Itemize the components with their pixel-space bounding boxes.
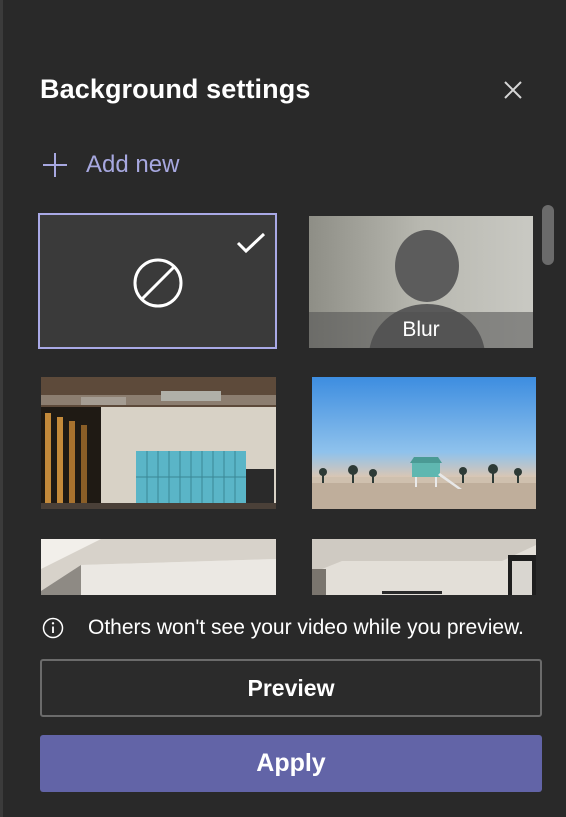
add-new-label: Add new bbox=[86, 151, 180, 178]
room-ceiling-image-2 bbox=[312, 539, 536, 595]
close-button[interactable] bbox=[499, 76, 527, 104]
apply-button[interactable]: Apply bbox=[40, 735, 542, 792]
preview-notice: Others won't see your video while you pr… bbox=[42, 616, 524, 640]
background-tile-room-2[interactable] bbox=[312, 539, 536, 595]
close-icon bbox=[504, 81, 522, 99]
background-tile-room-1[interactable] bbox=[41, 539, 276, 595]
add-new-button[interactable]: Add new bbox=[40, 148, 179, 182]
background-grid-scrollbar[interactable] bbox=[542, 205, 554, 265]
plus-icon bbox=[43, 153, 67, 177]
info-icon bbox=[42, 617, 64, 639]
background-tile-none[interactable] bbox=[38, 213, 277, 349]
background-settings-panel: Background settings Add new Blur Others … bbox=[3, 0, 566, 817]
background-grid: Blur bbox=[38, 211, 538, 595]
background-tile-blur[interactable]: Blur bbox=[309, 216, 533, 348]
preview-notice-text: Others won't see your video while you pr… bbox=[88, 616, 524, 639]
checkmark-icon bbox=[236, 232, 266, 254]
background-tile-beach[interactable] bbox=[312, 377, 536, 509]
no-background-icon bbox=[133, 258, 183, 308]
background-tile-office[interactable] bbox=[41, 377, 276, 509]
office-lockers-image bbox=[41, 377, 276, 509]
room-ceiling-image-1 bbox=[41, 539, 276, 595]
preview-button[interactable]: Preview bbox=[40, 659, 542, 717]
beach-lifeguard-image bbox=[312, 377, 536, 509]
panel-title: Background settings bbox=[40, 74, 311, 104]
blur-label: Blur bbox=[402, 318, 440, 341]
